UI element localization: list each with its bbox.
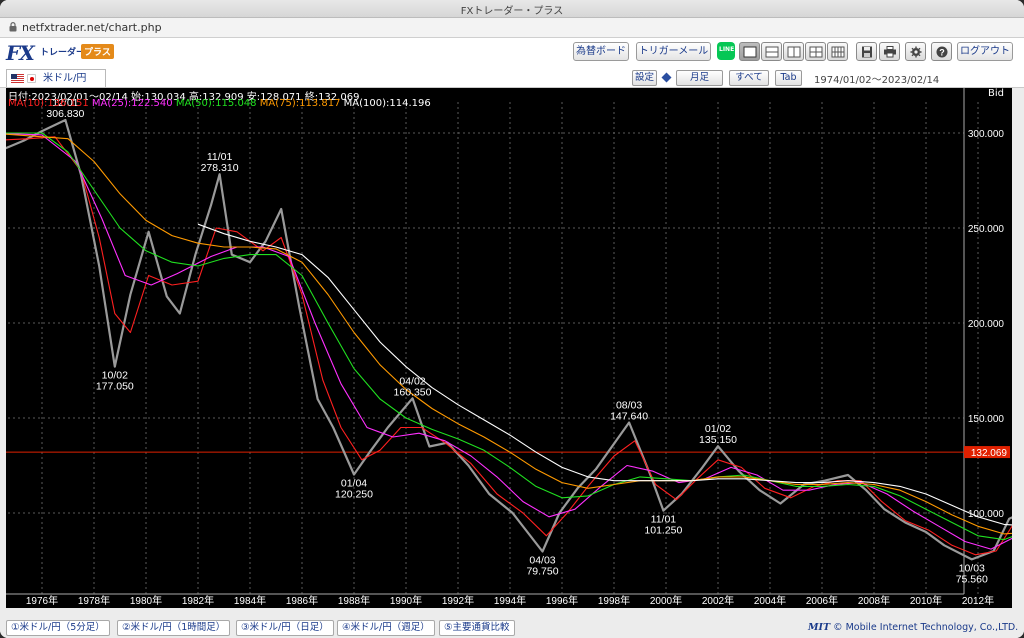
- help-button[interactable]: ?: [931, 42, 952, 61]
- footer-tab-1[interactable]: ①米ドル/円（5分足）: [6, 620, 110, 636]
- x-tick-label: 1980年: [130, 594, 162, 607]
- window-title: FXトレーダー・プラス: [460, 6, 564, 17]
- layout-quad-icon: [809, 46, 823, 58]
- x-tick-label: 2002年: [702, 594, 734, 607]
- y-tick-label: 250.000: [968, 224, 1005, 235]
- ma75-series-line: [0, 133, 1024, 535]
- layout-vertical-button[interactable]: [783, 42, 804, 61]
- annotation-value: 75.560: [956, 573, 988, 585]
- x-tick-label: 1976年: [26, 594, 58, 607]
- logo-fx: FX: [6, 41, 35, 65]
- annotation-value: 101.250: [644, 525, 682, 537]
- x-tick-label: 1996年: [546, 594, 578, 607]
- footer-tab-4[interactable]: ④米ドル/円（週足）: [337, 620, 435, 636]
- symbol-tab[interactable]: 米ドル/円: [6, 69, 106, 87]
- price-series-line: [0, 118, 1024, 561]
- annotation-value: 278.310: [201, 162, 239, 174]
- x-tick-label: 1994年: [494, 594, 526, 607]
- current-price-label: 132.069: [971, 448, 1008, 459]
- y-tick-label: 300.000: [968, 129, 1005, 140]
- lock-icon: [9, 22, 17, 32]
- annotation-value: 79.750: [526, 565, 558, 577]
- copyright: MIT © Mobile Internet Technology, Co.,LT…: [808, 622, 1018, 633]
- footer-tab-2[interactable]: ②米ドル/円（1時間足）: [117, 620, 231, 636]
- y-tick-label: 200.000: [968, 319, 1005, 330]
- layout-grid-button[interactable]: [827, 42, 848, 61]
- x-tick-label: 2012年: [962, 594, 994, 607]
- print-icon: [884, 46, 896, 58]
- rate-board-button[interactable]: 為替ボード: [573, 42, 629, 61]
- mit-logo: MIT: [808, 622, 831, 633]
- line-label: LINE: [719, 46, 735, 53]
- x-tick-label: 2010年: [910, 594, 942, 607]
- settings-gear-button[interactable]: [905, 42, 926, 61]
- ma25-legend: MA(25):122.540: [91, 98, 173, 109]
- window-titlebar: FXトレーダー・プラス: [0, 0, 1024, 18]
- x-tick-label: 2004年: [754, 594, 786, 607]
- footer-tab-5[interactable]: ⑤主要通貨比較: [439, 620, 515, 636]
- ma100-legend: MA(100):114.196: [343, 98, 431, 109]
- annotation-value: 120.250: [335, 489, 373, 501]
- ma-legend: MA(10):136.151 MA(25):122.540 MA(50):115…: [8, 98, 431, 109]
- save-button[interactable]: [856, 42, 877, 61]
- x-tick-label: 1982年: [182, 594, 214, 607]
- ma75-legend: MA(75):113.817: [259, 98, 341, 109]
- gear-icon: [910, 46, 922, 58]
- x-tick-label: 1992年: [442, 594, 474, 607]
- logo-plus: プラス: [81, 44, 114, 59]
- chart-settings-button[interactable]: 設定: [632, 70, 657, 86]
- print-button[interactable]: [879, 42, 900, 61]
- layout-vertical-icon: [787, 46, 801, 58]
- x-tick-label: 2000年: [650, 594, 682, 607]
- ma50-legend: MA(50):115.048: [175, 98, 257, 109]
- period-select[interactable]: 月足: [676, 70, 723, 86]
- ma50-series-line: [0, 132, 1024, 541]
- help-icon: ?: [936, 46, 948, 58]
- save-icon: [862, 46, 872, 58]
- url-text[interactable]: netfxtrader.net/chart.php: [22, 21, 162, 34]
- us-flag-icon: [11, 74, 24, 83]
- browser-window: FXトレーダー・プラス netfxtrader.net/chart.php FX…: [0, 0, 1024, 638]
- annotation-value: 147.640: [610, 410, 648, 422]
- line-button[interactable]: LINE: [717, 42, 735, 60]
- layout-grid-icon: [831, 46, 845, 58]
- x-tick-label: 1978年: [78, 594, 110, 607]
- annotation-value: 177.050: [96, 381, 134, 393]
- x-tick-label: 1986年: [286, 594, 318, 607]
- range-all-button[interactable]: すべて: [729, 70, 769, 86]
- x-tick-label: 1984年: [234, 594, 266, 607]
- logout-button[interactable]: ログアウト: [957, 42, 1013, 61]
- symbol-label: 米ドル/円: [43, 73, 87, 84]
- price-chart[interactable]: 1976年 1978年 1980年 1982年 1984年 1986年 1988年 1990年…: [0, 88, 1024, 608]
- x-tick-label: 1990年: [390, 594, 422, 607]
- chart-area[interactable]: 1976年 1978年 1980年 1982年 1984年 1986年 1988年 1990年…: [0, 88, 1024, 608]
- tab-button[interactable]: Tab: [775, 70, 802, 86]
- x-tick-label: 1998年: [598, 594, 630, 607]
- ma10-series-line: [0, 136, 1024, 556]
- ma100-series-line: [197, 223, 1024, 527]
- annotation-value: 135.150: [699, 434, 737, 446]
- ma10-legend: MA(10):136.151: [8, 98, 89, 109]
- annotation-value: 160.350: [394, 386, 432, 398]
- layout-horizontal-icon: [765, 46, 779, 58]
- y-tick-label: 150.000: [968, 414, 1005, 425]
- svg-text:?: ?: [939, 48, 945, 58]
- trigger-mail-button[interactable]: トリガーメール: [636, 42, 711, 61]
- copyright-text: © Mobile Internet Technology, Co.,LTD.: [833, 622, 1019, 633]
- x-tick-label: 1988年: [338, 594, 370, 607]
- layout-quad-button[interactable]: [805, 42, 826, 61]
- x-tick-label: 2008年: [858, 594, 890, 607]
- bid-label: Bid: [988, 88, 1004, 99]
- date-range-text: 1974/01/02～2023/02/14: [814, 75, 940, 86]
- layout-horizontal-button[interactable]: [761, 42, 782, 61]
- jp-flag-icon: [27, 74, 36, 83]
- layout-single-button[interactable]: [739, 42, 760, 61]
- annotation-value: 306.830: [46, 108, 84, 120]
- address-bar[interactable]: netfxtrader.net/chart.php: [0, 18, 1024, 38]
- x-tick-label: 2006年: [806, 594, 838, 607]
- layout-single-icon: [743, 46, 757, 58]
- footer-tab-3[interactable]: ③米ドル/円（日足）: [236, 620, 334, 636]
- period-diamond-icon: [661, 72, 672, 83]
